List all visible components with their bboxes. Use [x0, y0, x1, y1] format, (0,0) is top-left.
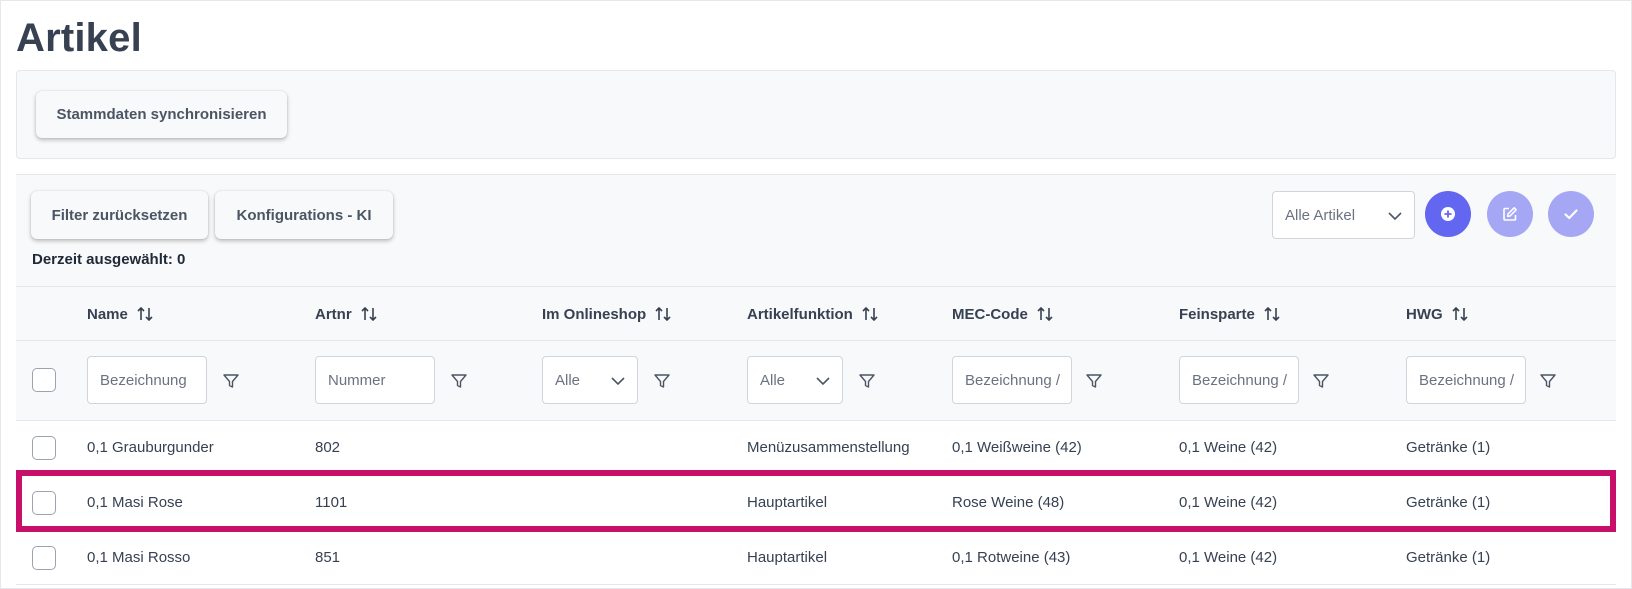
column-header-label: MEC-Code [952, 305, 1028, 323]
row-checkbox[interactable] [32, 546, 56, 570]
column-header-label: Artnr [315, 305, 352, 323]
column-header-label: Feinsparte [1179, 305, 1255, 323]
cell-hwg: Getränke (1) [1406, 439, 1491, 456]
sort-icon [361, 306, 377, 322]
sort-icon [1452, 306, 1468, 322]
add-article-button[interactable] [1425, 191, 1471, 237]
cell-mec-code: 0,1 Rotweine (43) [952, 549, 1071, 566]
reset-filters-button[interactable]: Filter zurücksetzen [31, 191, 208, 239]
column-header-hwg[interactable]: HWG [1406, 305, 1469, 323]
sort-icon [862, 306, 878, 322]
table-row[interactable]: 0,1 Masi Rose 1101 Hauptartikel Rose Wei… [16, 476, 1616, 530]
table-header-row: Name Artnr Im Onlineshop Artikelfunktion… [16, 286, 1616, 341]
column-header-label: Im Onlineshop [542, 305, 647, 323]
cell-name: 0,1 Grauburgunder [87, 439, 214, 456]
select-all-checkbox[interactable] [32, 368, 56, 392]
feinsparte-filter-input[interactable] [1179, 356, 1299, 404]
filter-icon[interactable] [450, 372, 468, 390]
cell-feinsparte: 0,1 Weine (42) [1179, 494, 1278, 511]
confirm-button[interactable] [1548, 191, 1594, 237]
column-header-label: Name [87, 305, 128, 323]
chevron-down-icon [1388, 212, 1402, 221]
column-header-artikelfunktion[interactable]: Artikelfunktion [747, 305, 879, 323]
sync-master-data-button[interactable]: Stammdaten synchronisieren [36, 91, 287, 138]
artikelfunktion-filter-select[interactable]: Alle [747, 356, 843, 404]
filter-icon[interactable] [222, 372, 240, 390]
column-header-feinsparte[interactable]: Feinsparte [1179, 305, 1281, 323]
artikelfunktion-filter-value: Alle [760, 371, 786, 389]
cell-hwg: Getränke (1) [1406, 549, 1491, 566]
cell-artikelfunktion: Hauptartikel [747, 549, 828, 566]
cell-name: 0,1 Masi Rose [87, 494, 183, 511]
column-header-label: HWG [1406, 305, 1443, 323]
column-header-artnr[interactable]: Artnr [315, 305, 378, 323]
check-icon [1564, 209, 1578, 220]
row-checkbox[interactable] [32, 491, 56, 515]
chevron-down-icon [816, 377, 830, 386]
cell-mec-code: 0,1 Weißweine (42) [952, 439, 1082, 456]
cell-hwg: Getränke (1) [1406, 494, 1491, 511]
artnr-filter-input[interactable] [315, 356, 435, 404]
column-header-mec-code[interactable]: MEC-Code [952, 305, 1054, 323]
filter-icon[interactable] [1539, 372, 1557, 390]
cell-artikelfunktion: Hauptartikel [747, 494, 828, 511]
filter-icon[interactable] [1085, 372, 1103, 390]
name-filter-input[interactable] [87, 356, 207, 404]
article-filter-select[interactable]: Alle Artikel [1272, 191, 1415, 239]
cell-artnr: 802 [315, 439, 341, 456]
filter-icon[interactable] [858, 372, 876, 390]
cell-artnr: 851 [315, 549, 341, 566]
cell-feinsparte: 0,1 Weine (42) [1179, 439, 1278, 456]
cell-name: 0,1 Masi Rosso [87, 549, 191, 566]
cell-artnr: 1101 [315, 494, 348, 511]
filter-icon[interactable] [653, 372, 671, 390]
sort-icon [655, 306, 671, 322]
sort-icon [1264, 306, 1280, 322]
table-row[interactable]: 0,1 Grauburgunder 802 Menüzusammenstellu… [16, 421, 1616, 475]
edit-article-button[interactable] [1487, 191, 1533, 237]
selected-count: Derzeit ausgewählt: 0 [32, 251, 186, 268]
chevron-down-icon [611, 377, 625, 386]
article-filter-value: Alle Artikel [1285, 206, 1356, 224]
sort-icon [137, 306, 153, 322]
table-row[interactable]: 0,1 Masi Rosso 851 Hauptartikel 0,1 Rotw… [16, 531, 1616, 585]
plus-circle-icon [1441, 207, 1455, 221]
column-header-name[interactable]: Name [87, 305, 154, 323]
row-checkbox[interactable] [32, 436, 56, 460]
sort-icon [1037, 306, 1053, 322]
table-filter-row: Alle Alle [16, 341, 1616, 421]
onlineshop-filter-select[interactable]: Alle [542, 356, 638, 404]
table-toolbar: Filter zurücksetzen Konfigurations - KI … [16, 174, 1616, 286]
cell-artikelfunktion: Menüzusammenstellung [747, 439, 910, 456]
filter-icon[interactable] [1312, 372, 1330, 390]
cell-feinsparte: 0,1 Weine (42) [1179, 549, 1278, 566]
cell-mec-code: Rose Weine (48) [952, 494, 1065, 511]
hwg-filter-input[interactable] [1406, 356, 1526, 404]
mec-code-filter-input[interactable] [952, 356, 1072, 404]
configuration-ki-button[interactable]: Konfigurations - KI [215, 191, 393, 239]
column-header-label: Artikelfunktion [747, 305, 853, 323]
column-header-onlineshop[interactable]: Im Onlineshop [542, 305, 672, 323]
edit-icon [1503, 207, 1517, 221]
sync-panel: Stammdaten synchronisieren [16, 70, 1616, 159]
onlineshop-filter-value: Alle [555, 371, 581, 389]
page-title: Artikel [16, 16, 142, 60]
